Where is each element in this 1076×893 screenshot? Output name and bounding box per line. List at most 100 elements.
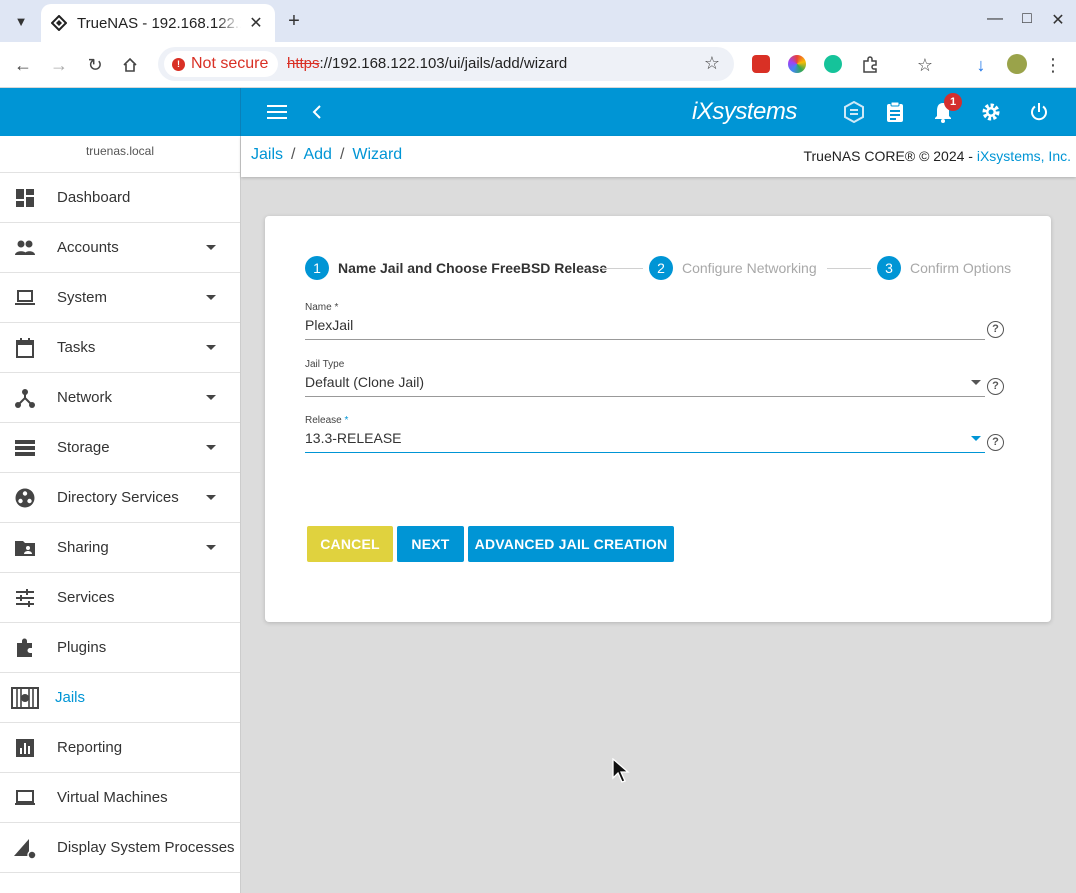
tab-search-button[interactable]: ▼: [8, 8, 34, 34]
name-label-text: Name: [305, 302, 332, 313]
breadcrumb: Jails / Add / Wizard: [251, 146, 402, 164]
bookmarks-icon[interactable]: ☆: [913, 53, 937, 77]
breadcrumb-add[interactable]: Add: [303, 146, 331, 163]
sidebar-item-storage[interactable]: Storage: [0, 423, 240, 473]
help-icon[interactable]: ?: [987, 321, 1004, 338]
sidebar-item-sharing[interactable]: Sharing: [0, 523, 240, 573]
step-label: Name Jail and Choose FreeBSD Release: [338, 260, 608, 276]
sidebar-item-reporting[interactable]: Reporting: [0, 723, 240, 773]
release-label: Release *: [305, 415, 985, 426]
sidebar-item-system[interactable]: System: [0, 273, 240, 323]
truenas-favicon-icon: [51, 15, 67, 31]
directory-icon: [15, 488, 35, 508]
sidebar-item-label: Directory Services: [57, 489, 179, 506]
window-close-icon[interactable]: ✕: [1048, 10, 1068, 30]
jail-icon: [11, 687, 39, 709]
chevron-down-icon: [206, 395, 216, 400]
breadcrumb-separator: /: [339, 146, 345, 163]
forward-icon[interactable]: →: [47, 53, 71, 77]
profile-avatar[interactable]: [1007, 54, 1027, 74]
warning-icon: !: [172, 57, 185, 71]
color-extension-icon[interactable]: [788, 55, 806, 73]
ixsystems-link[interactable]: iXsystems, Inc.: [977, 148, 1071, 164]
power-icon[interactable]: [1027, 100, 1051, 124]
download-icon[interactable]: ↓: [969, 53, 993, 77]
advanced-jail-creation-button[interactable]: ADVANCED JAIL CREATION: [468, 526, 674, 562]
address-bar[interactable]: ! Not secure https://192.168.122.103/ui/…: [158, 47, 734, 81]
chevron-down-icon: [206, 245, 216, 250]
sidebar-item-tasks[interactable]: Tasks: [0, 323, 240, 373]
sidebar-item-accounts[interactable]: Accounts: [0, 223, 240, 273]
sidebar-item-directory-services[interactable]: Directory Services: [0, 473, 240, 523]
step-number: 3: [877, 256, 901, 280]
sidebar-item-label: Services: [57, 589, 115, 606]
people-icon: [15, 240, 35, 255]
sidebar-item-label: Display System Processes: [57, 839, 235, 856]
breadcrumb-jails[interactable]: Jails: [251, 146, 283, 163]
home-icon[interactable]: [118, 53, 142, 77]
tune-icon: [16, 589, 34, 607]
back-icon[interactable]: ←: [11, 53, 35, 77]
dropdown-arrow-icon: [971, 436, 981, 441]
dashboard-icon: [16, 189, 34, 207]
next-button[interactable]: NEXT: [397, 526, 464, 562]
jail-wizard-card: 1 Name Jail and Choose FreeBSD Release 2…: [265, 216, 1051, 622]
release-select[interactable]: 13.3-RELEASE: [305, 430, 985, 453]
header-logo-area: [0, 88, 241, 136]
sidebar: truenas.local Dashboard Accounts System …: [0, 136, 241, 893]
tab-title: TrueNAS - 192.168.122.103: [77, 14, 241, 32]
jail-type-select[interactable]: Default (Clone Jail): [305, 374, 985, 397]
collapse-sidebar-icon[interactable]: [305, 100, 329, 124]
dropdown-arrow-icon: [971, 380, 981, 385]
sidebar-item-services[interactable]: Services: [0, 573, 240, 623]
bookmark-star-icon[interactable]: ☆: [704, 53, 720, 74]
sidebar-item-label: Reporting: [57, 739, 123, 756]
reload-icon[interactable]: ↻: [83, 53, 107, 77]
step-label: Configure Networking: [682, 260, 817, 276]
breadcrumb-bar: Jails / Add / Wizard TrueNAS CORE® © 2024 - …: [241, 136, 1076, 177]
grammarly-extension-icon[interactable]: [824, 55, 842, 73]
browser-tab[interactable]: TrueNAS - 192.168.122.103 ✕: [41, 4, 275, 42]
step-number: 1: [305, 256, 329, 280]
truecommand-icon[interactable]: [842, 100, 866, 124]
copyright-text: TrueNAS CORE® © 2024 -: [803, 148, 977, 164]
sidebar-item-label: Tasks: [57, 339, 96, 356]
network-icon: [15, 389, 35, 408]
sidebar-item-plugins[interactable]: Plugins: [0, 623, 240, 673]
browser-menu-icon[interactable]: ⋮: [1041, 53, 1065, 77]
maximize-icon[interactable]: □: [1017, 10, 1037, 28]
sidebar-item-label: Accounts: [57, 239, 119, 256]
release-label-text: Release: [305, 415, 342, 426]
wizard-step-2[interactable]: 2 Configure Networking: [649, 256, 817, 280]
copyright: TrueNAS CORE® © 2024 - iXsystems, Inc.: [803, 148, 1071, 164]
jail-type-label: Jail Type: [305, 359, 345, 370]
sidebar-item-network[interactable]: Network: [0, 373, 240, 423]
hostname: truenas.local: [0, 136, 240, 173]
name-input[interactable]: PlexJail: [305, 317, 985, 340]
chevron-down-icon: [206, 545, 216, 550]
cancel-button[interactable]: CANCEL: [307, 526, 393, 562]
task-manager-icon[interactable]: [883, 100, 907, 124]
security-label: Not secure: [191, 55, 269, 72]
breadcrumb-wizard[interactable]: Wizard: [352, 146, 402, 163]
settings-gear-icon[interactable]: [979, 100, 1003, 124]
sidebar-item-label: System: [57, 289, 108, 306]
security-chip[interactable]: ! Not secure: [164, 51, 279, 77]
wizard-step-3[interactable]: 3 Confirm Options: [877, 256, 1011, 280]
help-icon[interactable]: ?: [987, 378, 1004, 395]
wizard-step-1[interactable]: 1 Name Jail and Choose FreeBSD Release: [305, 256, 607, 280]
sidebar-item-display-system-processes[interactable]: Display System Processes: [0, 823, 240, 873]
minimize-icon[interactable]: —: [985, 10, 1005, 28]
tab-close-icon[interactable]: ✕: [247, 13, 265, 33]
hamburger-menu-icon[interactable]: [265, 100, 289, 124]
sidebar-item-dashboard[interactable]: Dashboard: [0, 173, 240, 223]
extensions-puzzle-icon[interactable]: [858, 53, 882, 77]
flipboard-extension-icon[interactable]: [752, 55, 770, 73]
sidebar-item-jails[interactable]: Jails: [0, 673, 240, 723]
browser-tab-bar: ▼ TrueNAS - 192.168.122.103 ✕ + — □ ✕: [0, 0, 1076, 42]
new-tab-button[interactable]: +: [283, 10, 305, 32]
step-connector: [827, 268, 871, 269]
sidebar-item-label: Dashboard: [57, 189, 131, 206]
sidebar-item-virtual-machines[interactable]: Virtual Machines: [0, 773, 240, 823]
help-icon[interactable]: ?: [987, 434, 1004, 451]
